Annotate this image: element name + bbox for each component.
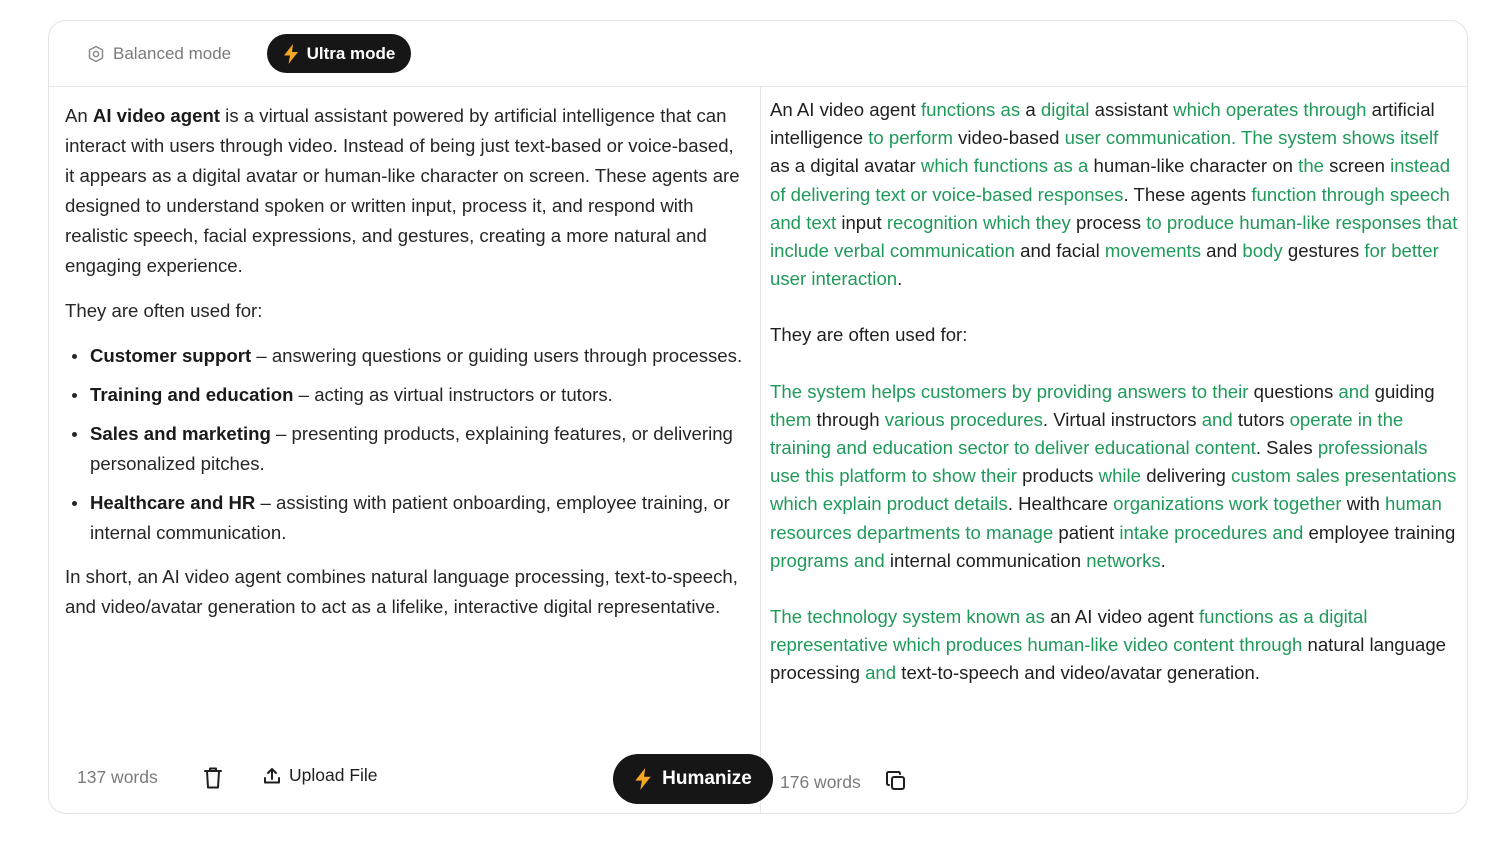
bullet-text: – answering questions or guiding users t… [251,345,743,366]
upload-icon [264,767,280,783]
changed-text-segment: which operates through [1173,99,1367,120]
changed-text-segment: while [1098,465,1142,487]
text-segment: tutors [1232,408,1290,430]
bolt-icon [283,43,298,64]
ultra-mode-label: Ultra mode [306,43,396,63]
humanize-label: Humanize [662,768,752,789]
copy-icon[interactable] [885,770,907,792]
output-paragraph: An AI video agent functions as a digital… [770,96,1462,293]
text-segment: gestures [1282,240,1365,262]
text-segment: employee training [1303,521,1456,543]
input-text-area[interactable]: An AI video agent is a virtual assistant… [65,101,745,637]
text-segment: as a digital avatar [770,155,921,177]
input-bullet-list: Customer support – answering questions o… [65,341,745,548]
text-segment: delivering [1141,465,1231,487]
text-segment: . [897,268,903,290]
text-segment: process [1070,211,1147,233]
text-segment: They are often used for: [770,324,968,346]
text-segment: human-like character on [1088,155,1299,177]
humanizer-card: Balanced mode Ultra mode An AI video age… [48,20,1468,814]
changed-text-segment: the [1298,155,1325,177]
list-item: Sales and marketing – presenting product… [65,419,745,479]
text-segment: a [1020,99,1041,120]
text-segment: through [811,408,885,430]
changed-text-segment: to perform [868,127,953,149]
changed-text-segment: user communication. The system shows its… [1064,127,1439,149]
changed-text-segment: organizations work together [1113,493,1342,515]
text-segment: questions [1248,380,1339,402]
text-segment: screen [1324,155,1391,177]
input-used-for: They are often used for: [65,300,263,321]
input-word-count: 137 words [77,767,158,787]
list-item: Healthcare and HR – assisting with patie… [65,488,745,548]
output-paragraph: The technology system known as an AI vid… [770,603,1462,688]
changed-text-segment: and [1338,380,1370,402]
text-segment: an AI video agent [1044,606,1199,628]
changed-text-segment: functions as [920,99,1021,120]
balanced-mode-button[interactable]: Balanced mode [87,41,231,67]
text-segment: with [1341,493,1385,515]
changed-text-segment: which functions as a [920,155,1089,177]
shield-icon [88,45,104,63]
changed-text-segment: and [865,662,897,684]
output-paragraph: They are often used for: [770,321,1462,349]
changed-text-segment: and [1201,408,1233,430]
text-segment: guiding [1369,380,1435,402]
text-segment: products [1017,465,1099,487]
text-segment: video-based [952,127,1065,149]
changed-text-segment: The technology system known as [770,606,1045,628]
intro-prefix: An [65,105,93,126]
balanced-mode-label: Balanced mode [113,44,232,63]
list-item: Training and education – acting as virtu… [65,380,745,410]
humanize-button[interactable]: Humanize [613,754,773,804]
panel-divider [760,87,761,814]
output-text-area: An AI video agent functions as a digital… [770,96,1462,716]
text-segment: . These agents [1123,183,1252,205]
bullet-title: Training and education [90,384,294,405]
list-item: Customer support – answering questions o… [65,341,745,371]
ultra-mode-button[interactable]: Ultra mode [267,34,411,73]
changed-text-segment: The system helps customers by providing … [770,380,1249,402]
upload-file-label: Upload File [289,765,378,785]
text-segment: internal communication [884,549,1087,571]
text-segment: An AI video agent [770,99,921,120]
text-segment: . [1160,549,1166,571]
bullet-text: – acting as virtual instructors or tutor… [293,384,613,405]
output-paragraph: The system helps customers by providing … [770,378,1462,575]
changed-text-segment: movements [1104,240,1201,262]
bolt-icon [635,768,651,790]
text-segment: patient [1053,521,1120,543]
input-intro-paragraph: An AI video agent is a virtual assistant… [65,101,745,281]
text-segment: assistant [1089,99,1174,120]
intro-body: is a virtual assistant powered by artifi… [65,105,740,276]
mode-toolbar: Balanced mode Ultra mode [49,21,1467,87]
text-segment: . Healthcare [1007,493,1114,515]
input-footer: 137 words Upload File Humanize [77,754,773,804]
intro-bold-term: AI video agent [92,105,221,126]
output-footer: 176 words [780,766,1080,800]
changed-text-segment: programs and [770,549,885,571]
bullet-title: Healthcare and HR [90,492,256,513]
changed-text-segment: networks [1086,549,1161,571]
text-segment: text-to-speech and video/avatar generati… [896,662,1260,684]
text-segment: and facial [1014,240,1105,262]
changed-text-segment: intake procedures and [1119,521,1304,543]
trash-icon[interactable] [202,766,224,790]
text-segment: . Sales [1255,437,1318,459]
changed-text-segment: them [770,408,812,430]
upload-file-button[interactable]: Upload File [263,765,378,786]
input-summary-paragraph: In short, an AI video agent combines nat… [65,566,738,617]
changed-text-segment: various procedures [884,408,1043,430]
text-segment: and [1201,240,1243,262]
changed-text-segment: digital [1040,99,1090,120]
changed-text-segment: body [1242,240,1283,262]
output-word-count: 176 words [780,772,861,792]
bullet-title: Customer support [90,345,252,366]
bullet-title: Sales and marketing [90,423,271,444]
text-segment: input [836,211,887,233]
text-segment: . Virtual instructors [1042,408,1202,430]
changed-text-segment: recognition which they [886,211,1071,233]
